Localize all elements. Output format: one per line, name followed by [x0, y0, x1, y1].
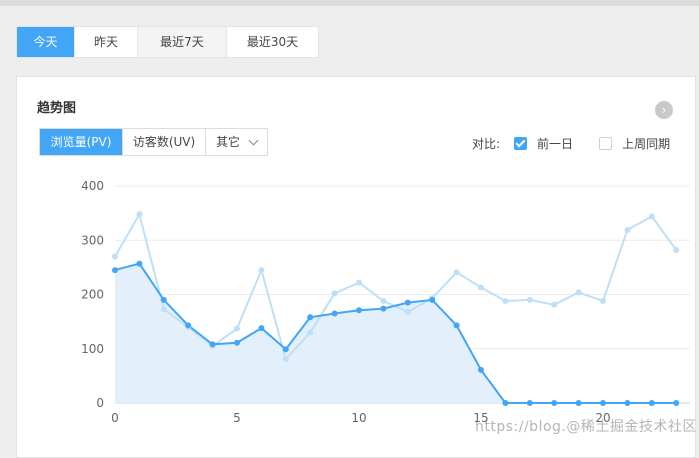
y-tick-label: 400: [81, 179, 104, 193]
data-point[interactable]: [307, 329, 314, 336]
x-tick-label: 10: [351, 411, 366, 425]
data-point[interactable]: [331, 310, 338, 317]
data-point[interactable]: [526, 296, 533, 303]
y-tick-label: 200: [81, 288, 104, 302]
data-point[interactable]: [380, 298, 387, 305]
data-point[interactable]: [234, 339, 240, 346]
data-point[interactable]: [160, 296, 167, 303]
data-point[interactable]: [600, 400, 606, 406]
data-point[interactable]: [600, 298, 606, 305]
data-point[interactable]: [331, 290, 338, 297]
data-point[interactable]: [673, 400, 680, 406]
data-point[interactable]: [258, 325, 265, 332]
data-point[interactable]: [429, 296, 436, 303]
data-point[interactable]: [185, 322, 192, 329]
data-point[interactable]: [575, 289, 582, 296]
data-point[interactable]: [112, 253, 118, 260]
data-point[interactable]: [160, 306, 167, 313]
data-point[interactable]: [551, 301, 558, 308]
data-point[interactable]: [209, 341, 216, 348]
data-point[interactable]: [404, 308, 411, 315]
data-point[interactable]: [136, 260, 143, 267]
data-point[interactable]: [112, 267, 118, 274]
data-point[interactable]: [624, 400, 631, 406]
x-tick-label: 0: [111, 411, 119, 425]
watermark: https://blog.@稀土掘金技术社区: [475, 419, 697, 435]
trend-chart: 0100200300400 0 5 10 15 20: [81, 179, 690, 425]
data-point[interactable]: [502, 298, 509, 305]
x-tick-label: 5: [233, 411, 241, 425]
data-point[interactable]: [453, 322, 460, 329]
data-point[interactable]: [478, 284, 484, 291]
data-point[interactable]: [453, 269, 460, 276]
data-point[interactable]: [478, 366, 484, 373]
data-point[interactable]: [356, 307, 362, 314]
data-point[interactable]: [673, 247, 680, 254]
data-point[interactable]: [380, 305, 387, 312]
y-tick-label: 100: [81, 342, 104, 356]
data-point[interactable]: [307, 314, 314, 321]
data-point[interactable]: [136, 211, 143, 218]
data-point[interactable]: [648, 400, 655, 406]
data-point[interactable]: [404, 299, 411, 306]
data-point[interactable]: [258, 267, 265, 274]
data-point[interactable]: [624, 226, 631, 233]
data-point[interactable]: [526, 400, 533, 406]
data-point[interactable]: [575, 400, 582, 406]
y-tick-label: 0: [96, 396, 104, 410]
data-point[interactable]: [356, 279, 362, 286]
data-point[interactable]: [234, 325, 240, 332]
data-point[interactable]: [282, 346, 289, 353]
data-point[interactable]: [502, 400, 509, 406]
data-point[interactable]: [648, 213, 655, 220]
data-point[interactable]: [551, 400, 558, 406]
y-tick-label: 300: [81, 233, 104, 247]
data-point[interactable]: [282, 356, 289, 363]
